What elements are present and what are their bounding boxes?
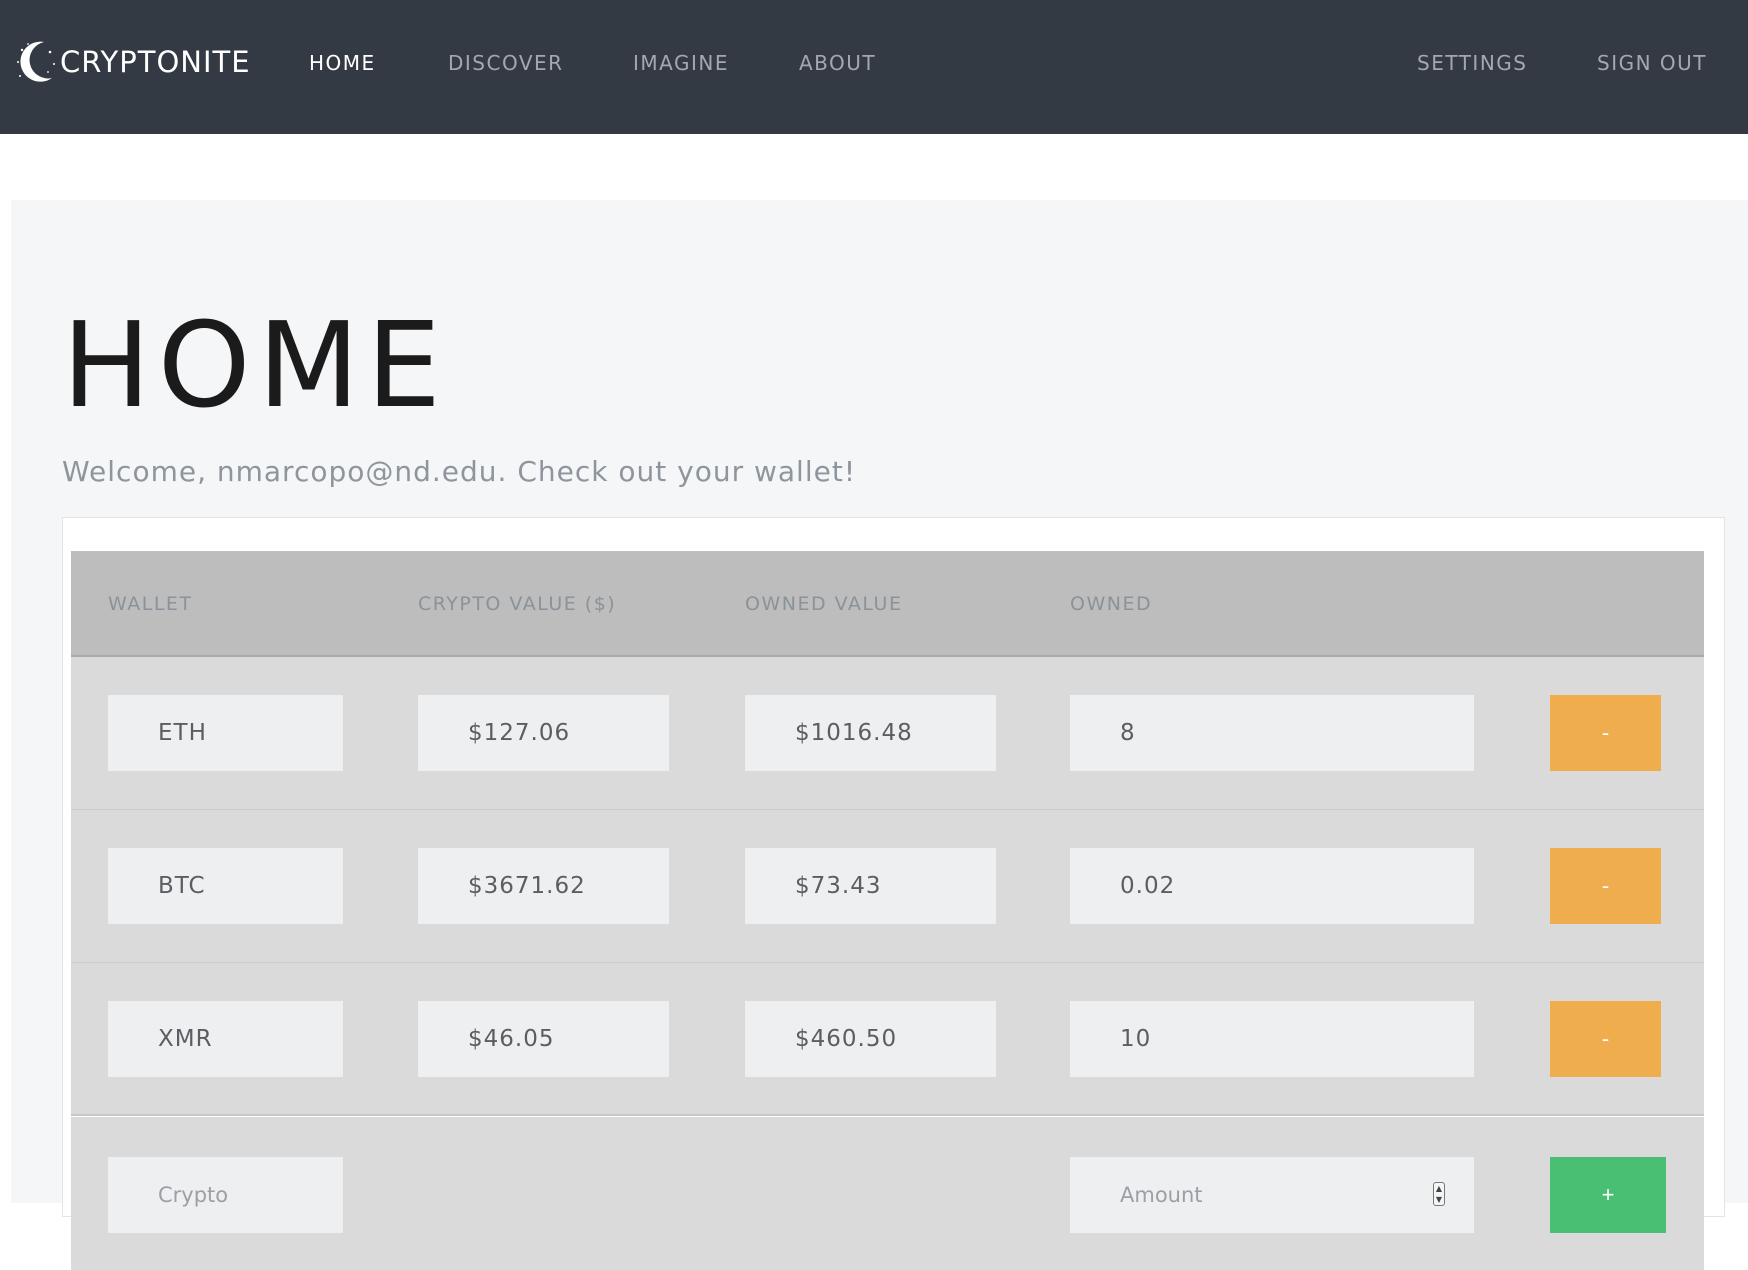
welcome-message: Welcome, nmarcopo@nd.edu. Check out your…: [62, 455, 857, 488]
owned-value-cell: $1016.48: [745, 695, 996, 771]
crypto-value-cell: $46.05: [418, 1001, 669, 1077]
remove-btc-button[interactable]: -: [1550, 848, 1661, 924]
table-row: ETH $127.06 $1016.48 8 -: [71, 657, 1704, 810]
owned-cell: 0.02: [1070, 848, 1474, 924]
nav-sign-out[interactable]: SIGN OUT: [1597, 49, 1707, 77]
table-row: XMR $46.05 $460.50 10 -: [71, 963, 1704, 1116]
brand-name: CRYPTONITE: [60, 45, 251, 79]
owned-cell: 8: [1070, 695, 1474, 771]
brand[interactable]: CRYPTONITE: [14, 38, 251, 86]
owned-cell: 10: [1070, 1001, 1474, 1077]
top-navbar: CRYPTONITE HOME DISCOVER IMAGINE ABOUT S…: [0, 0, 1748, 134]
remove-eth-button[interactable]: -: [1550, 695, 1661, 771]
header-owned: OWNED: [1070, 593, 1153, 615]
amount-input[interactable]: [1070, 1157, 1474, 1233]
page-title: HOME: [62, 296, 448, 434]
wallet-cell: XMR: [108, 1001, 343, 1077]
header-owned-value: OWNED VALUE: [745, 593, 903, 615]
chevron-down-icon[interactable]: ▼: [1434, 1194, 1444, 1205]
crescent-moon-logo-icon: [17, 41, 55, 82]
chevron-up-icon[interactable]: ▲: [1434, 1183, 1444, 1194]
header-crypto-value: CRYPTO VALUE ($): [418, 593, 617, 615]
nav-settings[interactable]: SETTINGS: [1417, 49, 1527, 77]
wallet-cell: ETH: [108, 695, 343, 771]
header-wallet: WALLET: [108, 593, 193, 615]
crypto-value-cell: $3671.62: [418, 848, 669, 924]
amount-stepper[interactable]: ▲ ▼: [1433, 1182, 1445, 1206]
nav-about[interactable]: ABOUT: [799, 49, 876, 77]
wallet-table: WALLET CRYPTO VALUE ($) OWNED VALUE OWNE…: [71, 551, 1704, 1270]
nav-home[interactable]: HOME: [309, 49, 376, 77]
add-crypto-button[interactable]: +: [1550, 1157, 1666, 1233]
table-header: WALLET CRYPTO VALUE ($) OWNED VALUE OWNE…: [71, 551, 1704, 657]
table-row: BTC $3671.62 $73.43 0.02 -: [71, 810, 1704, 963]
wallet-cell: BTC: [108, 848, 343, 924]
add-row: ▲ ▼ +: [71, 1117, 1704, 1270]
crypto-value-cell: $127.06: [418, 695, 669, 771]
owned-value-cell: $73.43: [745, 848, 996, 924]
remove-xmr-button[interactable]: -: [1550, 1001, 1661, 1077]
nav-discover[interactable]: DISCOVER: [448, 49, 564, 77]
main-content: HOME Welcome, nmarcopo@nd.edu. Check out…: [11, 200, 1748, 1270]
crypto-input[interactable]: [108, 1157, 343, 1233]
nav-imagine[interactable]: IMAGINE: [633, 49, 729, 77]
wallet-card: WALLET CRYPTO VALUE ($) OWNED VALUE OWNE…: [62, 517, 1725, 1270]
owned-value-cell: $460.50: [745, 1001, 996, 1077]
